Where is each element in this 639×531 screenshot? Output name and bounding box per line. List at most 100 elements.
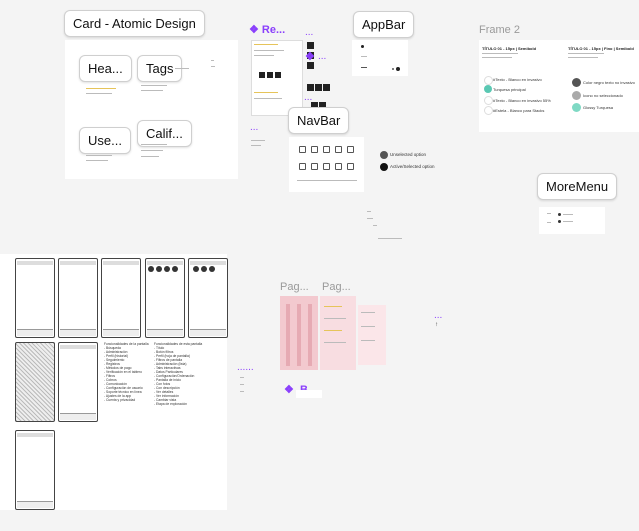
nav-bottom-line: [297, 180, 357, 181]
component-icon: ❖: [305, 51, 315, 63]
card-tag-line: [175, 68, 189, 69]
pag2-line: [324, 342, 346, 343]
moremenu-line: [563, 221, 573, 222]
misc-line: [367, 211, 371, 212]
phone-screen: [15, 430, 55, 510]
card-rating-line: [141, 156, 159, 157]
right-dots[interactable]: ...: [434, 310, 442, 321]
component-icon: ❖: [284, 384, 297, 396]
b-frame: [296, 390, 322, 398]
pag1-stripe: [297, 304, 301, 366]
nav-icon: [299, 146, 306, 153]
card-section-title[interactable]: Card - Atomic Design: [64, 10, 205, 37]
nav-icon: [311, 163, 318, 170]
icon-column-dots[interactable]: ...: [304, 92, 312, 103]
frame2-title[interactable]: Frame 2: [479, 24, 520, 36]
nav-icon: [299, 163, 306, 170]
legend-dot: [484, 106, 493, 115]
legend-label: Icono no seleccionado: [583, 93, 623, 98]
nav-icon: [311, 146, 318, 153]
pag2-line: [324, 318, 346, 319]
re-line: [254, 50, 284, 51]
card-rating-line: [141, 144, 167, 145]
re-label[interactable]: ❖ Re...: [249, 23, 285, 36]
side-line: [240, 377, 244, 378]
nav-icon: [347, 146, 354, 153]
moremenu-line: [547, 213, 551, 214]
rating-chip[interactable]: Calif...: [137, 120, 192, 147]
icon-column-dots[interactable]: ...: [305, 27, 313, 38]
pag3-line: [361, 326, 375, 327]
re-frame: [251, 40, 303, 116]
phone-screen-hatched: [15, 342, 55, 422]
pag1-stripe: [286, 304, 290, 366]
moremenu-chip[interactable]: MoreMenu: [537, 173, 618, 200]
misc-line: [367, 218, 373, 219]
avatar-dot: [209, 266, 215, 272]
re-dots[interactable]: ...: [250, 122, 258, 133]
avatar-dot: [156, 266, 162, 272]
card-header-line: [86, 93, 112, 94]
pag2-frame: [320, 296, 356, 370]
card-header-line: [86, 88, 116, 89]
pag2-line: [324, 306, 342, 307]
legend-label: Turquesa principal: [493, 87, 526, 92]
appbar-line: [361, 56, 367, 57]
legend-label: Glossy Turquesa: [583, 105, 614, 110]
card-side-line: [211, 66, 215, 67]
appbar-dot: [396, 67, 400, 71]
frame2-line: [482, 53, 518, 54]
appbar-line: [361, 67, 367, 68]
icon-swatch: [307, 62, 314, 69]
re-bottom-line: [251, 140, 265, 141]
selected-label: Active/Selected option: [390, 164, 435, 169]
re-swatch: [267, 72, 273, 78]
card-rating-line: [141, 150, 163, 151]
icon-swatch: [307, 42, 314, 49]
navbar-chip[interactable]: NavBar: [288, 107, 350, 134]
nav-icon: [323, 146, 330, 153]
misc-line: [373, 225, 377, 226]
user-chip[interactable]: Use...: [79, 127, 131, 154]
pag1-title[interactable]: Pag...: [280, 281, 309, 293]
card-tag-line: [141, 85, 167, 86]
avatar-dot: [172, 266, 178, 272]
pag2-title[interactable]: Pag...: [322, 281, 351, 293]
avatar-dot: [193, 266, 199, 272]
nav-icon: [347, 163, 354, 170]
icon-swatch: [307, 84, 314, 91]
nav-icon: [335, 163, 342, 170]
avatar-dot: [201, 266, 207, 272]
legend-label: #Texto - Blanco en invasivo: [493, 77, 542, 82]
cursor-marker: ↑: [435, 322, 438, 328]
frame2-line: [482, 57, 512, 58]
moremenu-line: [547, 222, 551, 223]
moremenu-dot: [558, 220, 561, 223]
side-line: [240, 391, 244, 392]
phone-screen: [101, 258, 141, 338]
pag1-stripe: [308, 304, 312, 366]
frame2-line: [568, 53, 604, 54]
side-dots[interactable]: ......: [237, 362, 254, 373]
card-tag-line: [141, 90, 163, 91]
unselected-label: Unselected option: [390, 152, 427, 157]
notes-block-1: Funcionalidades de la pantalla - Búsqued…: [104, 342, 149, 402]
appbar-dot: [392, 68, 394, 70]
unselected-dot: [380, 151, 388, 159]
notes-block-2: Funcionalidades de esta pantalla - Títul…: [154, 342, 203, 406]
phone-screen: [58, 342, 98, 422]
appbar-chip[interactable]: AppBar: [353, 11, 415, 38]
legend-label: #Texto - Blanco en invasivo 55%: [493, 98, 551, 103]
icon-column-dots[interactable]: ...: [318, 51, 326, 62]
pag3-frame: [358, 305, 386, 365]
legend-dot: [484, 76, 493, 85]
re-swatch: [259, 72, 265, 78]
legend-dot: [484, 96, 493, 105]
legend-dot: [572, 91, 581, 100]
selected-dot: [380, 163, 388, 171]
pag3-line: [361, 340, 375, 341]
phone-screen: [15, 258, 55, 338]
re-line: [254, 98, 282, 99]
legend-dot: [484, 85, 492, 93]
header-chip[interactable]: Hea...: [79, 55, 132, 82]
